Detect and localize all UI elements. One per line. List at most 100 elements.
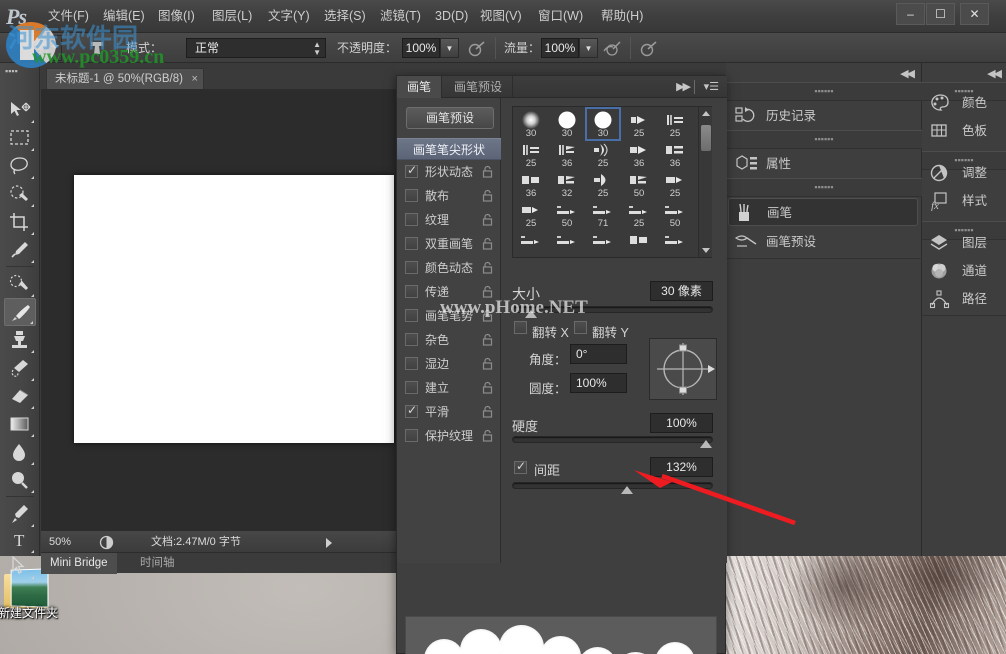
tab-mini-bridge[interactable]: Mini Bridge	[41, 553, 117, 574]
brush-tip-cell[interactable]: 50	[623, 169, 655, 199]
spacing-slider[interactable]	[512, 482, 713, 489]
hardness-slider[interactable]	[512, 436, 713, 443]
menu-3d[interactable]: 3D(D)	[428, 0, 475, 33]
brush-tip-cell[interactable]: 50	[659, 199, 691, 229]
lock-icon[interactable]	[482, 429, 493, 442]
checkbox[interactable]	[405, 381, 418, 394]
menu-select[interactable]: 选择(S)	[317, 0, 373, 33]
collapse-panels-icon[interactable]: ◀◀	[900, 67, 915, 80]
path-selection-tool[interactable]	[4, 552, 36, 580]
dock-item-color[interactable]: 颜色	[924, 89, 1004, 117]
menu-image[interactable]: 图像(I)	[151, 0, 202, 33]
lock-icon[interactable]	[482, 213, 493, 226]
brush-tip-shape-header[interactable]: 画笔笔尖形状	[397, 138, 501, 160]
brush-tip-grid[interactable]: 30 30 30 25 25 25 36 25 36 36 36 32 25 5…	[512, 106, 712, 258]
lock-icon[interactable]	[482, 261, 493, 274]
angle-input[interactable]: 0°	[570, 344, 627, 364]
quick-selection-tool[interactable]	[4, 180, 36, 208]
dock-group-header[interactable]: ▪▪▪▪▪▪	[726, 130, 922, 149]
checkbox[interactable]	[405, 403, 418, 418]
zoom-level-readout[interactable]: 50%	[49, 531, 71, 553]
brush-tip-cell[interactable]: 25	[515, 139, 547, 169]
menu-filter[interactable]: 滤镜(T)	[373, 0, 428, 33]
size-slider-handle[interactable]	[525, 310, 537, 318]
lock-icon[interactable]	[482, 405, 493, 418]
document-canvas[interactable]	[74, 175, 394, 443]
scroll-up-icon[interactable]	[702, 111, 710, 116]
menu-help[interactable]: 帮助(H)	[594, 0, 650, 33]
dock-item-swatches[interactable]: 色板	[924, 117, 1004, 145]
hardness-slider-handle[interactable]	[700, 440, 712, 448]
brush-tip-cell[interactable]: 32	[551, 169, 583, 199]
checkbox[interactable]	[405, 285, 418, 298]
close-icon[interactable]: ×	[192, 69, 198, 89]
brush-tip-cell[interactable]	[659, 229, 691, 259]
brush-panel-toggle-icon[interactable]	[86, 40, 108, 57]
option-noise[interactable]: 杂色	[397, 329, 501, 351]
clone-stamp-tool[interactable]	[4, 326, 36, 354]
size-slider[interactable]	[512, 306, 713, 313]
lock-icon[interactable]	[482, 285, 493, 298]
proof-colors-icon[interactable]	[99, 535, 114, 550]
dock-item-paths[interactable]: 路径	[924, 285, 1004, 313]
spacing-value[interactable]: 132%	[650, 457, 713, 477]
brush-tip-cell[interactable]: 25	[659, 169, 691, 199]
close-button[interactable]: ✕	[960, 3, 989, 25]
menu-window[interactable]: 窗口(W)	[531, 0, 590, 33]
option-build-up[interactable]: 建立	[397, 377, 501, 399]
brush-tool[interactable]	[4, 298, 36, 326]
dodge-tool[interactable]	[4, 466, 36, 494]
dock-item-properties[interactable]: 属性	[728, 150, 918, 178]
opacity-input[interactable]: 100%	[402, 38, 440, 58]
brush-angle-dial[interactable]	[649, 338, 717, 400]
dock-item-styles[interactable]: fx 样式	[924, 187, 1004, 215]
brush-tip-cell[interactable]: 25	[587, 169, 619, 199]
rectangular-marquee-tool[interactable]	[4, 124, 36, 152]
brush-presets-button[interactable]: 画笔预设	[406, 107, 494, 129]
spacing-slider-handle[interactable]	[621, 486, 633, 494]
brush-tip-cell[interactable]: 25	[623, 109, 655, 139]
option-dual-brush[interactable]: 双重画笔	[397, 233, 501, 255]
lock-icon[interactable]	[482, 357, 493, 370]
eraser-tool[interactable]	[4, 382, 36, 410]
minimize-button[interactable]: –	[896, 3, 925, 25]
lock-icon[interactable]	[482, 189, 493, 202]
lock-icon[interactable]	[482, 381, 493, 394]
status-expand-icon[interactable]	[326, 538, 332, 548]
brush-tip-cell[interactable]: 30	[551, 109, 583, 139]
lock-icon[interactable]	[482, 309, 493, 322]
checkbox[interactable]	[405, 309, 418, 322]
option-texture[interactable]: 纹理	[397, 209, 501, 231]
lock-icon[interactable]	[482, 237, 493, 250]
pen-tool[interactable]	[4, 500, 36, 528]
dock-item-layers[interactable]: 图层	[924, 229, 1004, 257]
size-pressure-icon[interactable]	[640, 40, 658, 57]
maximize-button[interactable]: ☐	[926, 3, 955, 25]
opacity-stepper[interactable]: ▼	[440, 38, 459, 58]
tab-brush-presets[interactable]: 画笔预设	[444, 76, 514, 98]
brush-tip-cell[interactable]: 25	[587, 139, 619, 169]
airbrush-icon[interactable]	[602, 40, 622, 57]
scrollbar-thumb[interactable]	[701, 125, 711, 151]
history-brush-tool[interactable]	[4, 354, 36, 382]
eyedropper-tool[interactable]	[4, 236, 36, 264]
blend-mode-select[interactable]: 正常 ▲ ▼	[186, 38, 326, 58]
canvas-area[interactable]	[41, 90, 396, 530]
flow-input[interactable]: 100%	[541, 38, 579, 58]
flow-stepper[interactable]: ▼	[579, 38, 598, 58]
checkbox[interactable]	[405, 333, 418, 346]
crop-tool[interactable]	[4, 208, 36, 236]
blur-tool[interactable]	[4, 438, 36, 466]
option-scattering[interactable]: 散布	[397, 185, 501, 207]
scroll-down-icon[interactable]	[702, 248, 710, 253]
size-value[interactable]: 30 像素	[650, 281, 713, 301]
tab-brush[interactable]: 画笔	[397, 76, 443, 98]
collapse-panels-icon[interactable]: ◀◀	[987, 67, 1002, 80]
brush-tip-cell[interactable]: 25	[515, 199, 547, 229]
checkbox[interactable]	[405, 213, 418, 226]
dock-item-brush[interactable]: 画笔	[728, 198, 918, 226]
brush-tip-cell[interactable]	[623, 229, 655, 259]
checkbox[interactable]	[405, 237, 418, 250]
gradient-tool[interactable]	[4, 410, 36, 438]
dock-item-history[interactable]: 历史记录	[728, 102, 918, 130]
